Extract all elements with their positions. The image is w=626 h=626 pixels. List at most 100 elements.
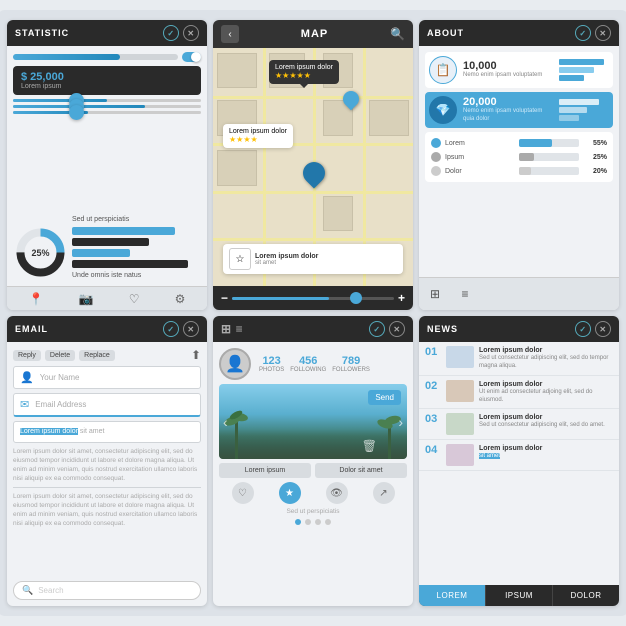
bar6: [559, 115, 579, 121]
slider-1[interactable]: [13, 99, 201, 102]
stat-text1: Sed ut perspiciatis: [72, 215, 201, 224]
email-close-btn[interactable]: ✕: [183, 321, 199, 337]
toggle-switch[interactable]: [182, 52, 201, 62]
stat-text2: Unde omnis iste natus: [72, 271, 201, 280]
grid-view-icon[interactable]: ⊞: [221, 322, 232, 336]
social-lorem: Sed ut perspiciatis: [219, 508, 407, 515]
email-divider: [13, 487, 201, 488]
news-controls: ✓ ✕: [575, 321, 611, 337]
social-check-btn[interactable]: ✓: [369, 321, 385, 337]
news-title-4: Lorem ipsum dolor: [479, 444, 613, 453]
photo-next-arrow[interactable]: ›: [398, 414, 403, 430]
grid-icon-1[interactable]: ⊞: [423, 282, 447, 306]
news-close-btn[interactable]: ✕: [595, 321, 611, 337]
news-check-btn[interactable]: ✓: [575, 321, 591, 337]
close-button[interactable]: ✕: [183, 25, 199, 41]
check-button[interactable]: ✓: [163, 25, 179, 41]
email-check-btn[interactable]: ✓: [163, 321, 179, 337]
followers-label: FOLLOWERS: [332, 367, 370, 373]
email-body: Reply Delete Replace ⬆ 👤 Your Name ✉ Ema…: [7, 342, 207, 606]
pct-dot-gray: [431, 152, 441, 162]
footer-btn-ipsum[interactable]: IPSUM: [486, 585, 553, 606]
pct-fill-ipsum: [519, 153, 534, 161]
pct-row-lorem: Lorem 55%: [431, 138, 607, 148]
action-btn-1[interactable]: Lorem ipsum: [219, 463, 311, 478]
bar1: [559, 59, 604, 65]
about-item-2: 💎 20,000 Nemo enim ipsam voluptatem quia…: [425, 92, 613, 128]
news-item-4: 04 Lorem ipsum dolor sit amet: [419, 440, 619, 471]
gear-icon[interactable]: ⚙: [175, 292, 186, 306]
pct-dot-blue: [431, 138, 441, 148]
stat-price-label: Lorem ipsum: [21, 83, 193, 90]
social-close-btn[interactable]: ✕: [389, 321, 405, 337]
photos-label: PHOTOS: [259, 367, 284, 373]
news-num-3: 03: [425, 413, 441, 425]
slider-3[interactable]: [13, 111, 201, 114]
list-icon-1[interactable]: ≡: [453, 282, 477, 306]
map-fav-star[interactable]: ☆: [229, 248, 251, 270]
slider-2[interactable]: [13, 105, 201, 108]
map-popup-bottom: ☆ Lorem ipsum dolor sit amet: [223, 244, 403, 274]
stat-highlight-box: $ 25,000 Lorem ipsum: [13, 66, 201, 95]
pct-val-ipsum: 25%: [583, 154, 607, 161]
location-icon[interactable]: 📍: [29, 292, 44, 306]
dot-1[interactable]: [295, 519, 301, 525]
popup3-sub: sit amet: [255, 260, 318, 266]
news-num-1: 01: [425, 346, 441, 358]
map-zoom-in[interactable]: +: [398, 291, 405, 305]
dot-3[interactable]: [315, 519, 321, 525]
pct-dot-light: [431, 166, 441, 176]
photo-prev-arrow[interactable]: ‹: [223, 414, 228, 430]
pin-head-large: [298, 158, 329, 189]
heart-icon[interactable]: ♡: [129, 292, 140, 306]
email-lorem: Lorem ipsum dolor sit amet, consectetur …: [13, 447, 201, 483]
share-btn[interactable]: ↗: [373, 482, 395, 504]
news-title-3: Lorem ipsum dolor: [479, 413, 613, 422]
about-icon-bar: ⊞ ≡: [419, 277, 619, 310]
email-highlight: Lorem ipsum dolor: [20, 428, 78, 435]
heart-btn[interactable]: ♡: [232, 482, 254, 504]
map-widget: ‹ MAP 🔍 Lorem ipsum dolor ★: [213, 20, 413, 310]
map-back-button[interactable]: ‹: [221, 25, 239, 43]
eye-btn[interactable]: 👁: [326, 482, 348, 504]
reply-button[interactable]: Reply: [13, 350, 41, 361]
footer-btn-dolor[interactable]: DOLOR: [553, 585, 619, 606]
news-item-3: 03 Lorem ipsum dolor Sed ut consectetur …: [419, 409, 619, 440]
search-bar[interactable]: 🔍 Search: [13, 581, 201, 600]
map-zoom-out[interactable]: −: [221, 291, 228, 305]
dot-2[interactable]: [305, 519, 311, 525]
pct-bar-ipsum: [519, 153, 579, 161]
map-search-icon[interactable]: 🔍: [390, 27, 405, 41]
map-pin-large: [303, 162, 325, 184]
action-btn-2[interactable]: Dolor sit amet: [315, 463, 407, 478]
email-field[interactable]: ✉ Email Address: [13, 393, 201, 417]
trash-icon[interactable]: 🗑: [362, 439, 377, 453]
camera-icon[interactable]: 📷: [79, 292, 94, 306]
pct-row-dolor: Dolor 20%: [431, 166, 607, 176]
about-widget: ABOUT ✓ ✕ 📋 10,000 Nemo enim ipsam volup…: [419, 20, 619, 310]
pct-label-ipsum: Ipsum: [445, 154, 515, 161]
name-field[interactable]: 👤 Your Name: [13, 366, 201, 389]
palm-right: [377, 404, 402, 459]
footer-btn-lorem[interactable]: LOREM: [419, 585, 486, 606]
about-close-btn[interactable]: ✕: [595, 25, 611, 41]
map-bottom-text: Lorem ipsum dolor sit amet: [255, 253, 318, 266]
profile-header: 👤 123 PHOTOS 456 FOLLOWING 789 FOLLOWERS: [219, 348, 407, 380]
list-view-icon[interactable]: ≡: [236, 322, 244, 336]
delete-button[interactable]: Delete: [45, 350, 75, 361]
statistic-body: $ 25,000 Lorem ipsum 25% Sed: [7, 46, 207, 286]
about-icon-clipboard: 📋: [429, 56, 457, 84]
upload-icon[interactable]: ⬆: [191, 348, 201, 362]
send-button[interactable]: Send: [368, 390, 401, 405]
progress-row: [13, 52, 201, 62]
star-btn[interactable]: ★: [279, 482, 301, 504]
email-lorem2: Lorem ipsum dolor sit amet, consectetur …: [13, 492, 201, 528]
replace-button[interactable]: Replace: [79, 350, 115, 361]
person-icon: 👤: [20, 371, 34, 384]
map-slider[interactable]: [232, 297, 394, 300]
pct-val-dolor: 20%: [583, 168, 607, 175]
about-check-btn[interactable]: ✓: [575, 25, 591, 41]
about-num-1: 10,000: [463, 60, 553, 72]
news-num-2: 02: [425, 380, 441, 392]
dot-4[interactable]: [325, 519, 331, 525]
